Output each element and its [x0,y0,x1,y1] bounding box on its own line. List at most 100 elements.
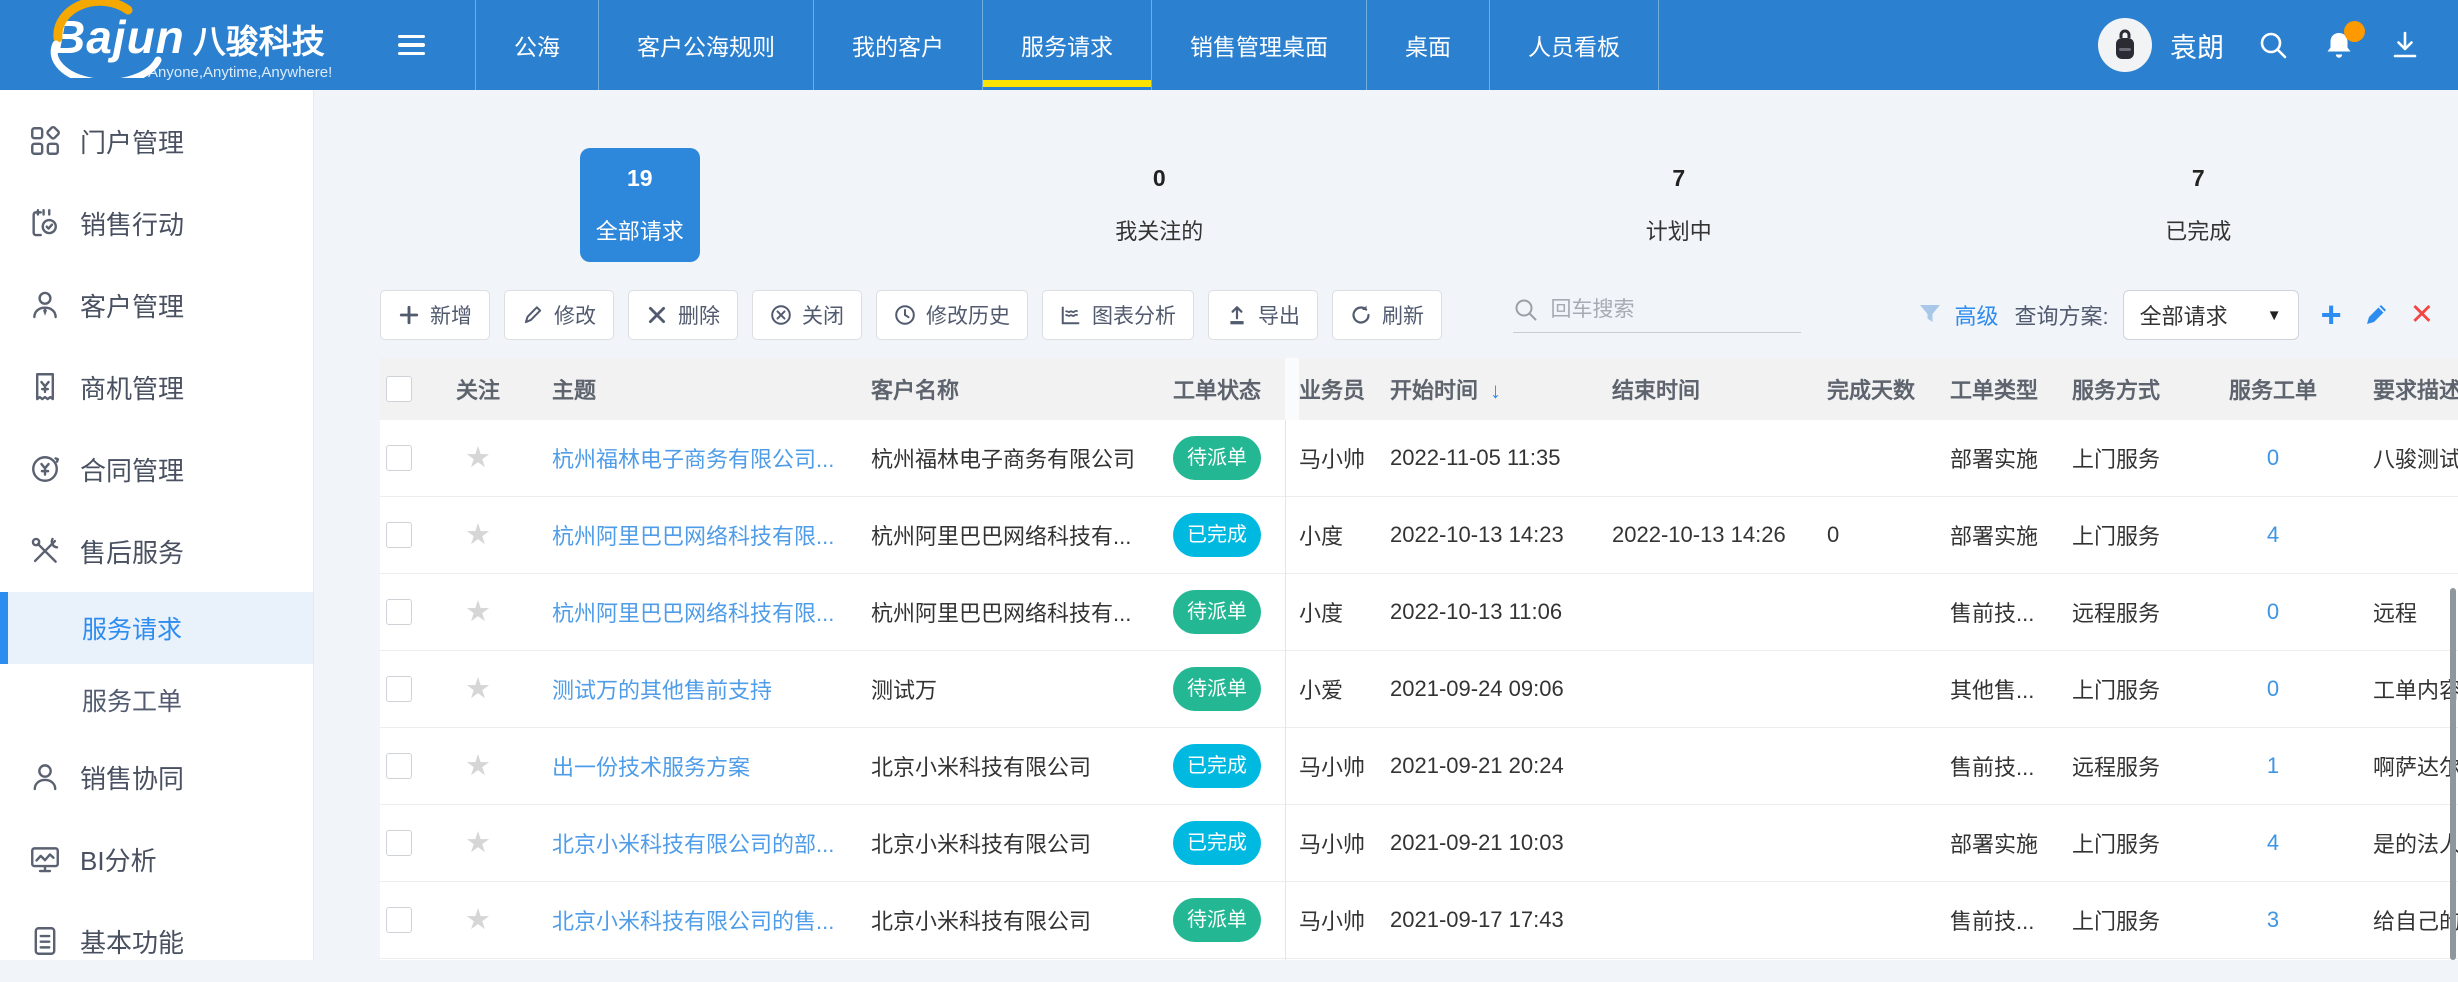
sidebar-item-1[interactable]: 门户管理 [0,100,313,182]
column-header-5[interactable]: 业务员 [1285,373,1390,405]
column-header-12[interactable]: 要求描述 [2318,373,2458,405]
column-header-3[interactable]: 客户名称 [860,373,1170,405]
row-checkbox[interactable] [386,599,412,625]
nav-tab-6[interactable]: 桌面 [1367,0,1490,90]
star-icon[interactable]: ★ [465,752,491,781]
导出-button[interactable]: 导出 [1208,290,1318,340]
work-orders-link[interactable]: 0 [2267,445,2279,470]
add-plan-button[interactable]: + [2321,297,2342,333]
work-orders-link[interactable]: 1 [2267,753,2279,778]
description: 啊萨达尔 [2318,750,2458,782]
toolbar-right: 高级 查询方案: 全部请求 ▼ + ✕ [1513,290,2434,340]
nav-tab-1[interactable]: 公海 [475,0,599,90]
work-orders-link[interactable]: 3 [2267,907,2279,932]
修改历史-button[interactable]: 修改历史 [876,290,1028,340]
刷新-button[interactable]: 刷新 [1332,290,1442,340]
work-orders-link[interactable]: 0 [2267,599,2279,624]
subject-link[interactable]: 杭州福林电子商务有限公司... [552,447,834,472]
vertical-scrollbar[interactable] [2450,588,2456,960]
edit-plan-button[interactable] [2362,301,2390,329]
query-plan-select[interactable]: 全部请求 ▼ [2123,290,2299,340]
column-header-7[interactable]: 结束时间 [1612,373,1827,405]
subject-link[interactable]: 杭州阿里巴巴网络科技有限... [552,601,834,626]
search-input[interactable] [1549,297,1789,323]
status-badge: 已完成 [1173,744,1261,788]
column-header-10[interactable]: 服务方式 [2072,373,2228,405]
delete-plan-button[interactable]: ✕ [2410,301,2434,330]
star-icon[interactable]: ★ [465,444,491,473]
修改-button[interactable]: 修改 [504,290,614,340]
sidebar-item-4[interactable]: 商机管理 [0,346,313,428]
sidebar-item-7[interactable]: 服务请求 [0,592,313,664]
filter-funnel-icon[interactable] [1917,302,1943,328]
row-checkbox[interactable] [386,522,412,548]
work-orders-link[interactable]: 4 [2267,522,2279,547]
work-orders-link[interactable]: 0 [2267,676,2279,701]
sidebar-item-5[interactable]: 合同管理 [0,428,313,510]
service-method: 上门服务 [2072,904,2228,936]
删除-button[interactable]: 删除 [628,290,738,340]
download-icon[interactable] [2388,28,2422,62]
stat-tab-1[interactable]: 19 全部请求 [380,142,900,268]
notification-bell-icon[interactable] [2322,28,2356,62]
sidebar-item-2[interactable]: 销售行动 [0,182,313,264]
sidebar-item-3[interactable]: 客户管理 [0,264,313,346]
nav-tab-7[interactable]: 人员看板 [1490,0,1659,90]
user-name[interactable]: 袁朗 [2170,26,2224,65]
subject-link[interactable]: 测试万的其他售前支持 [552,678,772,703]
star-icon[interactable]: ★ [465,598,491,627]
app-logo[interactable]: Bajun 八骏科技 Anyone,Anytime,Anywhere! [52,10,382,81]
star-icon[interactable]: ★ [465,521,491,550]
stat-tab-4[interactable]: 7 已完成 [1939,142,2458,268]
column-header-4[interactable]: 工单状态 [1170,373,1285,405]
sidebar-item-10[interactable]: BI分析 [0,818,313,900]
nav-tab-3[interactable]: 我的客户 [814,0,983,90]
column-header-8[interactable]: 完成天数 [1827,373,1950,405]
navbar-right: 袁朗 [2098,18,2422,72]
subject-link[interactable]: 出一份技术服务方案 [552,755,750,780]
row-checkbox[interactable] [386,753,412,779]
row-checkbox[interactable] [386,907,412,933]
subject-link[interactable]: 北京小米科技有限公司的部... [552,832,834,857]
start-time: 2021-09-17 17:43 [1390,907,1612,933]
star-icon[interactable]: ★ [465,906,491,935]
subject-link[interactable]: 杭州阿里巴巴网络科技有限... [552,524,834,549]
column-header-6[interactable]: 开始时间↓ [1390,373,1612,405]
service-method: 上门服务 [2072,519,2228,551]
图表分析-button[interactable]: 图表分析 [1042,290,1194,340]
nav-tab-5[interactable]: 销售管理桌面 [1152,0,1367,90]
customer-name: 杭州福林电子商务有限公司 [860,442,1170,474]
column-header-11[interactable]: 服务工单 [2228,373,2318,405]
stat-tab-3[interactable]: 7 计划中 [1419,142,1939,268]
star-icon[interactable]: ★ [465,829,491,858]
chevron-down-icon: ▼ [2267,307,2282,324]
sidebar-item-6[interactable]: 售后服务 [0,510,313,592]
column-header-2[interactable]: 主题 [510,373,860,405]
row-checkbox[interactable] [386,676,412,702]
column-header-9[interactable]: 工单类型 [1950,373,2072,405]
stat-tab-2[interactable]: 0 我关注的 [900,142,1420,268]
order-type: 售前技... [1950,596,2072,628]
sort-desc-icon[interactable]: ↓ [1490,378,1501,403]
owner: 小爱 [1285,673,1390,705]
sidebar-item-8[interactable]: 服务工单 [0,664,313,736]
advanced-search-link[interactable]: 高级 [1955,299,1999,331]
nav-tab-4[interactable]: 服务请求 [983,0,1152,90]
menu-toggle-icon[interactable] [388,20,435,71]
search-icon[interactable] [2256,28,2290,62]
nav-tab-label: 客户公海规则 [637,28,775,62]
select-all-checkbox[interactable] [386,376,412,402]
nav-tab-2[interactable]: 客户公海规则 [599,0,814,90]
row-checkbox[interactable] [386,830,412,856]
sidebar-item-9[interactable]: 销售协同 [0,736,313,818]
关闭-button[interactable]: 关闭 [752,290,862,340]
query-plan-label: 查询方案: [2015,299,2109,331]
subject-link[interactable]: 北京小米科技有限公司的售... [552,909,834,934]
star-icon[interactable]: ★ [465,675,491,704]
sidebar-item-11[interactable]: 基本功能 [0,900,313,982]
row-checkbox[interactable] [386,445,412,471]
column-header-1[interactable]: 关注 [446,373,510,405]
work-orders-link[interactable]: 4 [2267,830,2279,855]
user-avatar[interactable] [2098,18,2152,72]
新增-button[interactable]: 新增 [380,290,490,340]
